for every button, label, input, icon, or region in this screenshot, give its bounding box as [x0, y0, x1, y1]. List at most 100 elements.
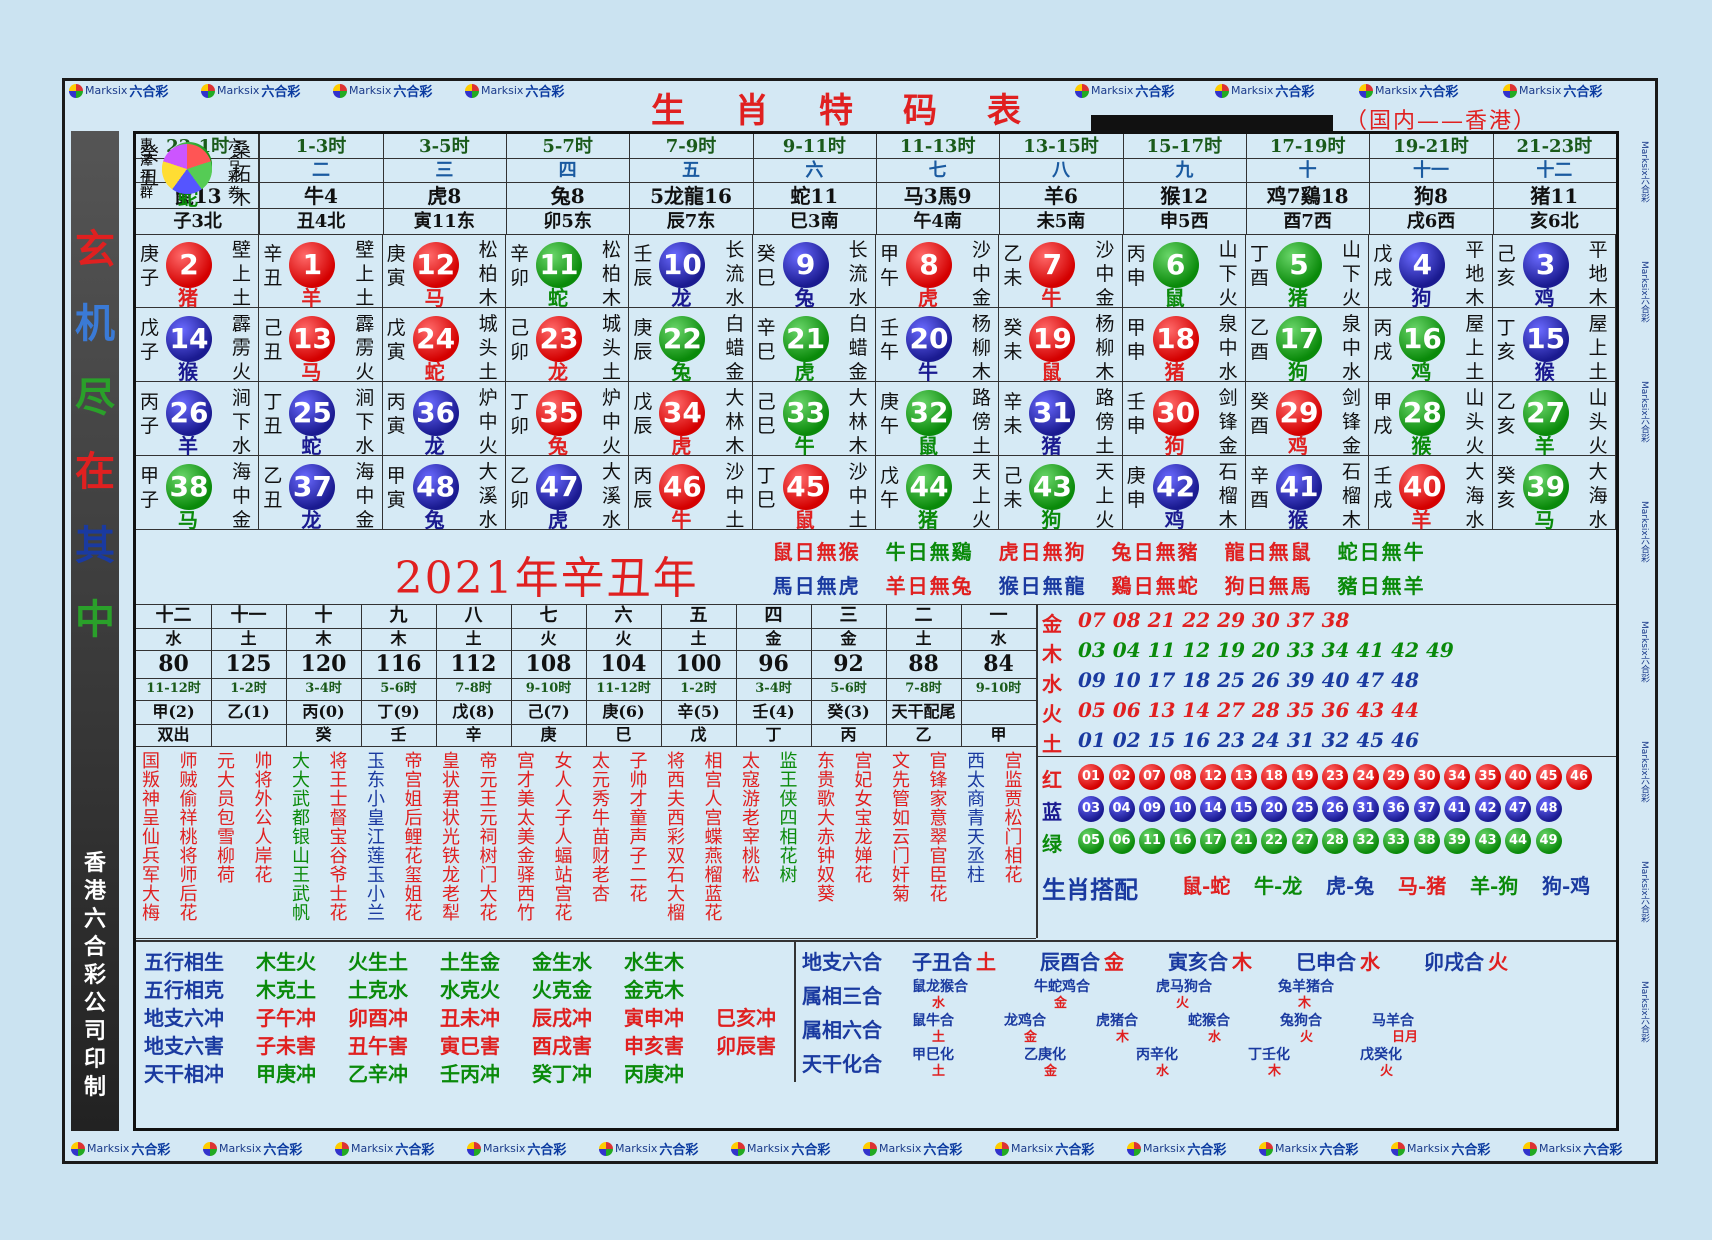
- wave-ball: 06: [1108, 828, 1135, 854]
- bottom-left-val: 卯酉冲: [348, 1006, 408, 1030]
- mid-cell: 十二: [155, 605, 192, 626]
- header-orders-cell: 二: [311, 160, 330, 181]
- nayin-text: 大溪水: [602, 461, 622, 531]
- mid-cell: 3-4时: [755, 681, 792, 696]
- mid-cell: 巳: [615, 725, 632, 744]
- grid-hline: [136, 746, 1036, 747]
- wave-ball: 34: [1444, 764, 1470, 790]
- wave-ball: 30: [1413, 764, 1440, 790]
- wave-ball: 37: [1413, 796, 1440, 822]
- ganzhi-text: 壬申: [1126, 391, 1146, 437]
- wave-ball: 35: [1474, 764, 1501, 790]
- wave-ball: 05: [1078, 828, 1104, 854]
- wave-ball: 39: [1444, 828, 1470, 854]
- brand-cn: 六合彩: [263, 1143, 303, 1158]
- header-zodiacs-cell: 马3馬9: [903, 184, 972, 208]
- brand-dot-icon: [71, 1141, 85, 1156]
- zodiac-label: 牛: [794, 434, 815, 458]
- nayin-text: 白蜡金: [725, 313, 745, 383]
- poem-column: 太元秀牛苗财老杏: [592, 751, 610, 905]
- bottom-left-val: 辰戌冲: [532, 1006, 592, 1030]
- number-cell: 己未 43 狗天上火: [999, 456, 1123, 532]
- bottom-right-elem: 水: [932, 996, 946, 1011]
- mid-cell: 甲: [990, 725, 1007, 744]
- mid-cell: 125: [225, 651, 272, 677]
- bottom-left-val: 寅巳害: [440, 1034, 500, 1058]
- wave-ball: 44: [1505, 828, 1531, 854]
- header-branches-cell: 酉7西: [1283, 211, 1332, 232]
- bottom-left-val: 子午冲: [256, 1006, 316, 1030]
- number-cell: 己亥 3 鸡平地木: [1492, 234, 1616, 310]
- bottom-right-elem: 水: [1360, 950, 1380, 974]
- ganzhi-text: 庚申: [1126, 465, 1146, 511]
- brand-name: Marksix: [1539, 1142, 1582, 1155]
- number-cell: 丁巳 45 鼠沙中土: [752, 456, 876, 532]
- nayin-text: 平地木: [1465, 239, 1485, 309]
- nayin-text: 长流水: [848, 239, 868, 309]
- number-cell: 壬午 20 牛杨柳木: [876, 308, 1000, 384]
- brand-logo: Marksix 六合彩: [731, 1139, 830, 1158]
- brand-name: Marksix: [1519, 84, 1562, 97]
- wave-ball: 47: [1505, 796, 1531, 822]
- zodiac-label: 狗: [1164, 434, 1185, 458]
- avoid-top-text: 龍日無鼠: [1224, 540, 1313, 564]
- bottom-right-key: 属相三合: [802, 984, 882, 1008]
- pairing-item: 马-猪: [1398, 874, 1447, 898]
- wave-ball: 23: [1322, 764, 1348, 790]
- ganzhi-text: 戊午: [880, 465, 900, 511]
- mid-cell: 四: [764, 605, 783, 626]
- ganzhi-text: 甲申: [1126, 317, 1146, 363]
- number-cell: 丙寅 36 龙炉中火: [382, 382, 506, 458]
- avoid-top-text: 兔日無豬: [1111, 540, 1200, 564]
- nayin-text: 松柏木: [602, 239, 622, 309]
- bottom-left-val: 丙庚冲: [624, 1062, 684, 1086]
- nayin-text: 山下火: [1342, 239, 1362, 309]
- grid-vline: [1492, 134, 1494, 234]
- mid-cell: 5-6时: [830, 681, 867, 696]
- brand-logo: Marksix 六合彩: [1391, 1139, 1490, 1158]
- mid-cell: 1-2时: [680, 681, 717, 696]
- brand-cn: 六合彩: [1419, 85, 1459, 100]
- number-cell: 丁卯 35 兔炉中火: [506, 382, 630, 458]
- bottom-brand-row: Marksix 六合彩 Marksix 六合彩 Marksix 六合彩 Marksix 六合彩…: [65, 1137, 1655, 1163]
- poem-column: 监王侠四相花树: [779, 751, 798, 886]
- poem-column: 宫监贾松门相花: [1004, 751, 1023, 886]
- ganzhi-text: 丁巳: [756, 465, 776, 511]
- bottom-left-val: 土生金: [440, 950, 500, 974]
- ganzhi-text: 壬戌: [1373, 465, 1393, 511]
- nayin-text: 山下火: [1218, 239, 1238, 309]
- nayin-text: 霹雳火: [355, 313, 375, 383]
- grid-vline: [629, 134, 631, 234]
- header-orders-cell: 八: [1051, 160, 1070, 181]
- ganzhi-text: 丙子: [140, 391, 160, 437]
- element-key: 金: [1042, 612, 1062, 636]
- brand-dot-icon: [335, 1141, 349, 1156]
- brand-logo: Marksix 六合彩: [1075, 81, 1174, 100]
- grid-vline: [286, 604, 287, 746]
- brand-cn: 六合彩: [395, 1143, 435, 1158]
- pairing-item: 鼠-蛇: [1182, 874, 1231, 898]
- zodiac-label: 马: [301, 360, 322, 384]
- header-hours-cell: 11-13时: [899, 136, 976, 157]
- mid-cell: 水: [165, 629, 182, 648]
- bottom-right-elem: 木: [1116, 1030, 1130, 1045]
- brand-name: Marksix: [1407, 1142, 1450, 1155]
- brand-cn: 六合彩: [131, 1143, 171, 1158]
- nayin-text: 海中金: [355, 461, 375, 531]
- brand-name: Marksix: [1011, 1142, 1054, 1155]
- ganzhi-text: 辛卯: [510, 243, 530, 289]
- brand-cn: 六合彩: [261, 85, 301, 100]
- zodiac-label: 兔: [424, 508, 445, 532]
- number-cell: 丁亥 15 猴屋上土: [1492, 308, 1616, 384]
- brand-dot-icon: [203, 1141, 217, 1156]
- left-vertical-char: 尽: [75, 374, 115, 421]
- mid-cell: 壬: [390, 725, 407, 744]
- number-cell: 乙丑 37 龙海中金: [259, 456, 383, 532]
- zodiac-label: 猪: [1041, 434, 1062, 458]
- brand-name: Marksix: [481, 84, 524, 97]
- number-cell: 辛丑 1 羊壁上土: [259, 234, 383, 310]
- number-cell: 戊午 44 猪天上火: [876, 456, 1000, 532]
- grid-hline: [136, 938, 1036, 939]
- bottom-right-key: 天干化合: [802, 1052, 882, 1076]
- bottom-right-elem: 土: [932, 1064, 946, 1079]
